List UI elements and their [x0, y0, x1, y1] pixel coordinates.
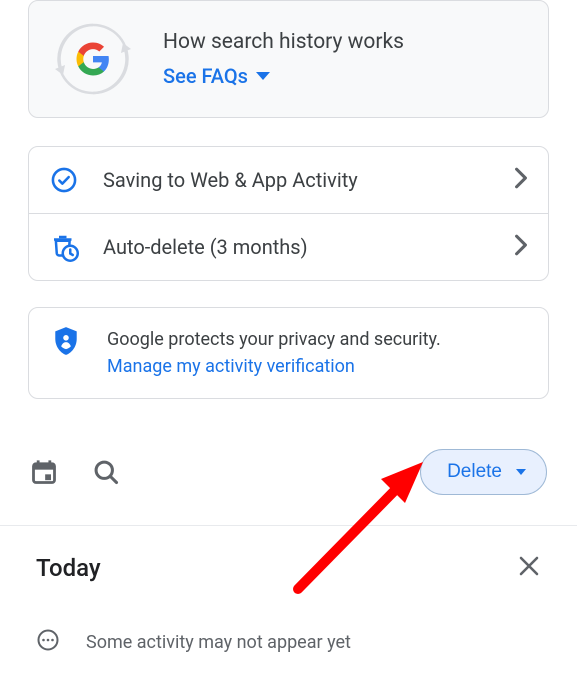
- privacy-text: Google protects your privacy and securit…: [107, 326, 441, 353]
- settings-list: Saving to Web & App Activity Auto-delete…: [28, 146, 549, 281]
- close-icon[interactable]: [517, 554, 541, 582]
- manage-verification-link[interactable]: Manage my activity verification: [107, 353, 441, 380]
- auto-delete-label: Auto-delete (3 months): [103, 235, 490, 259]
- refresh-google-icon: [53, 19, 133, 99]
- see-faqs-label: See FAQs: [163, 64, 248, 88]
- today-header: Today: [0, 525, 577, 610]
- faq-title: How search history works: [163, 30, 404, 54]
- activity-toolbar: Delete: [28, 449, 549, 525]
- activity-notice: Some activity may not appear yet: [0, 610, 577, 663]
- see-faqs-link[interactable]: See FAQs: [163, 64, 270, 88]
- delete-button[interactable]: Delete: [420, 449, 547, 495]
- more-icon: [36, 628, 60, 657]
- notice-text: Some activity may not appear yet: [86, 632, 351, 653]
- shield-icon: [51, 326, 81, 356]
- chevron-right-icon: [514, 234, 528, 260]
- search-icon[interactable]: [92, 458, 120, 486]
- chevron-right-icon: [514, 167, 528, 193]
- chevron-down-icon: [516, 469, 526, 475]
- check-circle-icon: [49, 165, 79, 195]
- today-heading: Today: [36, 554, 101, 582]
- delete-label: Delete: [447, 461, 502, 483]
- saving-label: Saving to Web & App Activity: [103, 168, 490, 192]
- chevron-down-icon: [256, 72, 270, 80]
- auto-delete-row[interactable]: Auto-delete (3 months): [29, 213, 548, 280]
- faq-card: How search history works See FAQs: [28, 0, 549, 118]
- auto-delete-icon: [49, 232, 79, 262]
- privacy-card: Google protects your privacy and securit…: [28, 307, 549, 399]
- calendar-icon[interactable]: [30, 458, 58, 486]
- saving-row[interactable]: Saving to Web & App Activity: [29, 147, 548, 213]
